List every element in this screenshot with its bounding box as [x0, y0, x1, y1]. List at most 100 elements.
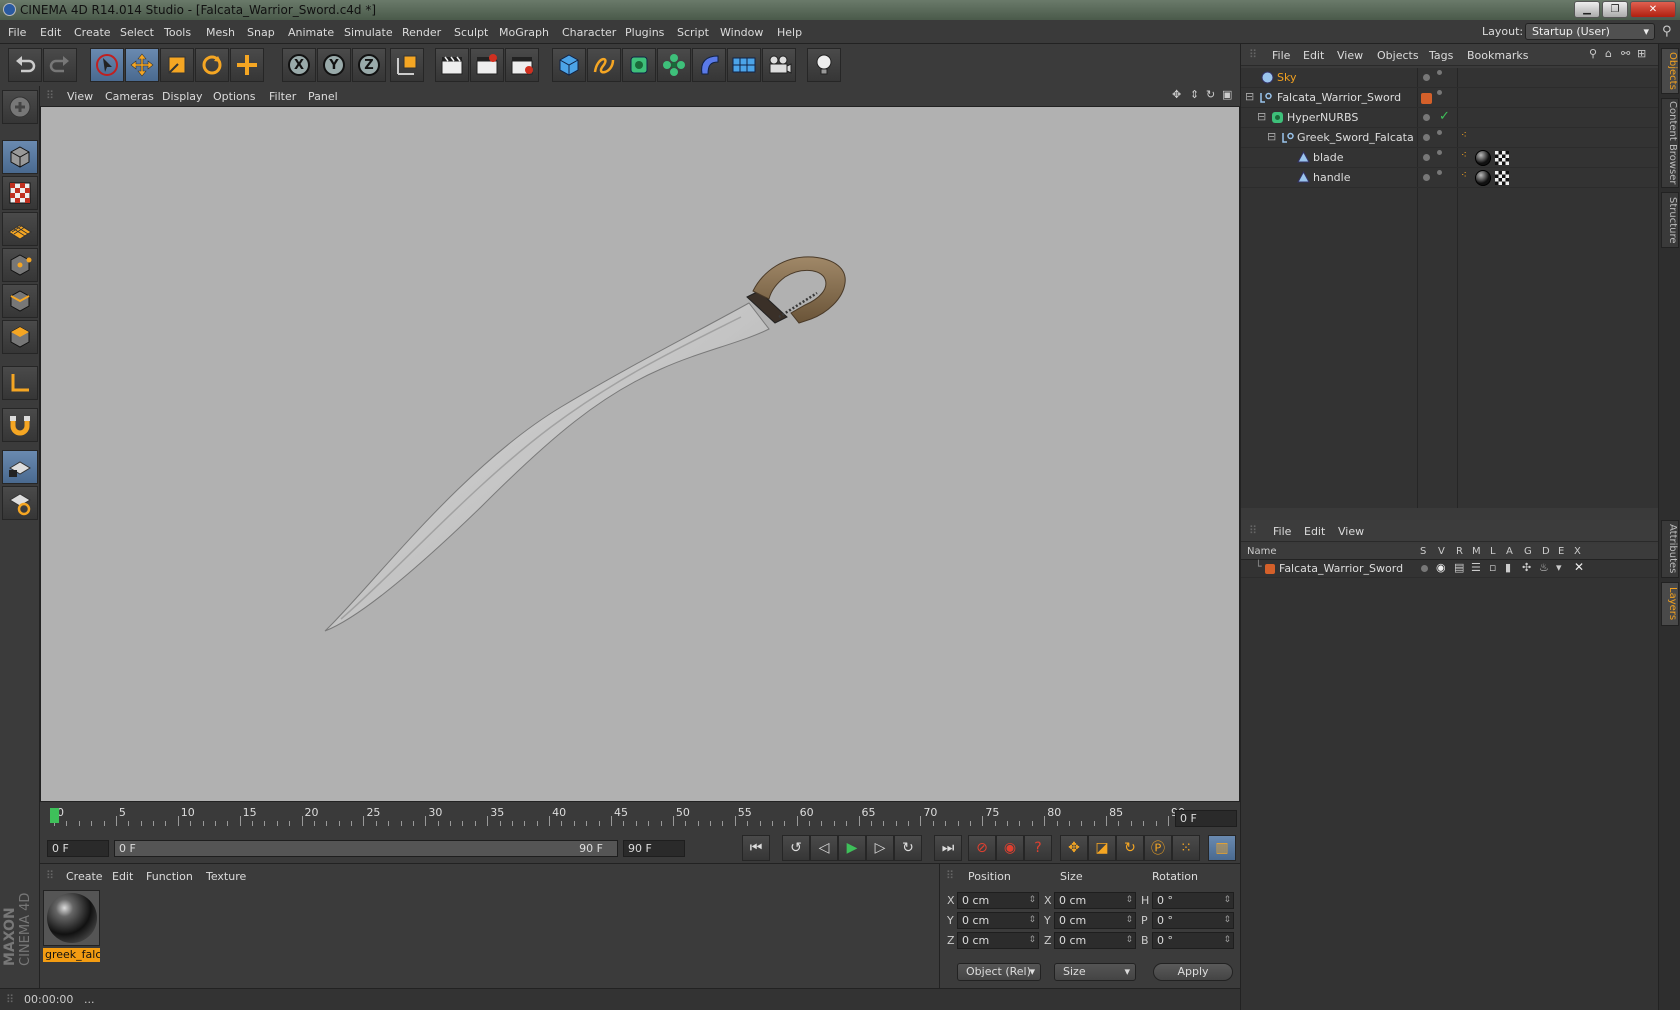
keyframe-selection-button[interactable]: ? — [1024, 835, 1052, 861]
viewport-maximize-icon[interactable]: ▣ — [1222, 88, 1232, 101]
object-row-greek-sword-falcata[interactable]: ⊟ Greek_Sword_Falcata ⁖ — [1241, 128, 1659, 148]
material-tag-icon[interactable] — [1475, 170, 1491, 186]
render-visibility-dot[interactable] — [1437, 70, 1442, 75]
editor-visibility-dot[interactable] — [1423, 114, 1430, 121]
record-parameter-button[interactable]: Ⓟ — [1144, 835, 1172, 861]
current-frame-field[interactable]: 0 F — [1175, 810, 1237, 827]
workplane-lock-button[interactable] — [2, 450, 38, 484]
live-selection-button[interactable] — [90, 48, 124, 82]
eye-icon[interactable]: ◉ — [1436, 561, 1446, 574]
menu-script[interactable]: Script — [677, 26, 709, 39]
lock-icon[interactable]: ▫ — [1489, 561, 1496, 574]
menu-animate[interactable]: Animate — [288, 26, 334, 39]
make-editable-button[interactable] — [2, 90, 38, 124]
menu-render[interactable]: Render — [402, 26, 441, 39]
menu-mesh[interactable]: Mesh — [206, 26, 235, 39]
collapse-icon[interactable]: ⊟ — [1267, 130, 1276, 143]
autokey-button[interactable]: ◉ — [996, 835, 1024, 861]
menu-window[interactable]: Window — [720, 26, 763, 39]
uvw-tag-icon[interactable] — [1495, 171, 1509, 185]
light-button[interactable] — [807, 48, 841, 82]
object-row-falcata-warrior-sword[interactable]: ⊟ Falcata_Warrior_Sword — [1241, 88, 1659, 108]
layer-column-view[interactable]: V — [1438, 546, 1445, 557]
new-window-icon[interactable]: ⊞ — [1637, 47, 1646, 60]
tab-structure[interactable]: Structure — [1661, 192, 1679, 248]
phong-tag-icon[interactable]: ⁖ — [1461, 170, 1467, 181]
render-visibility-dot[interactable] — [1437, 150, 1442, 155]
layer-row[interactable]: └ Falcata_Warrior_Sword ◉ ▤ ☰ ▫ ▮ ✣ ♨ ▾ … — [1241, 560, 1659, 578]
model-mode-button[interactable] — [2, 140, 38, 174]
apply-button[interactable]: Apply — [1153, 963, 1233, 981]
material-menu-function[interactable]: Function — [146, 870, 193, 883]
layer-column-solo[interactable]: S — [1420, 546, 1426, 557]
editor-visibility-dot[interactable] — [1423, 154, 1430, 161]
render-visibility-dot[interactable] — [1437, 130, 1442, 135]
render-view-button[interactable] — [435, 48, 469, 82]
viewport-menu-cameras[interactable]: Cameras — [105, 90, 154, 103]
deformer-button[interactable] — [692, 48, 726, 82]
menu-sculpt[interactable]: Sculpt — [454, 26, 488, 39]
record-point-level-button[interactable]: ⁙ — [1172, 835, 1200, 861]
layers-menu-view[interactable]: View — [1338, 525, 1364, 538]
menu-simulate[interactable]: Simulate — [344, 26, 393, 39]
objects-menu-tags[interactable]: Tags — [1429, 49, 1453, 62]
generator-icon[interactable]: ✣ — [1522, 561, 1531, 574]
timeline-playhead[interactable] — [50, 808, 59, 823]
layer-column-xref[interactable]: X — [1574, 546, 1581, 557]
redo-button[interactable] — [43, 48, 77, 82]
enabled-check-icon[interactable]: ✓ — [1439, 109, 1450, 124]
menu-help[interactable]: Help — [777, 26, 802, 39]
menu-plugins[interactable]: Plugins — [625, 26, 664, 39]
record-rotation-button[interactable]: ↻ — [1116, 835, 1144, 861]
layer-column-render[interactable]: R — [1456, 546, 1463, 557]
phong-tag-icon[interactable]: ⁖ — [1461, 130, 1467, 141]
rotation-h-field[interactable]: 0 ° — [1152, 892, 1234, 909]
search-icon[interactable]: ⚲ — [1662, 24, 1672, 39]
texture-mode-button[interactable] — [2, 176, 38, 210]
size-z-field[interactable]: 0 cm — [1054, 932, 1136, 949]
menu-character[interactable]: Character — [562, 26, 616, 39]
material-menu-create[interactable]: Create — [66, 870, 103, 883]
menu-select[interactable]: Select — [120, 26, 154, 39]
planar-workplane-button[interactable] — [2, 486, 38, 520]
layer-column-deformers[interactable]: D — [1542, 546, 1550, 557]
prev-frame-button[interactable]: ◁ — [810, 835, 838, 861]
position-x-field[interactable]: 0 cm — [957, 892, 1039, 909]
move-tool-button[interactable] — [125, 48, 159, 82]
viewport-menu-display[interactable]: Display — [162, 90, 203, 103]
link-icon[interactable]: ⚯ — [1621, 47, 1630, 60]
recent-tool-button[interactable] — [230, 48, 264, 82]
3d-viewport[interactable] — [40, 106, 1240, 802]
layer-column-manager[interactable]: M — [1472, 546, 1481, 557]
next-key-button[interactable]: ↻ — [894, 835, 922, 861]
spline-button[interactable] — [587, 48, 621, 82]
render-visibility-dot[interactable] — [1437, 90, 1442, 95]
layer-list[interactable]: Name S V R M L A G D E X └ Falcata_Warri… — [1241, 544, 1659, 1010]
object-list[interactable]: Sky ⊟ Falcata_Warrior_Sword ⊟ HyperNURBS… — [1241, 68, 1659, 508]
minimize-button[interactable]: ▁ — [1574, 1, 1600, 18]
phong-tag-icon[interactable]: ⁖ — [1461, 150, 1467, 161]
material-menu-texture[interactable]: Texture — [206, 870, 246, 883]
rotation-p-field[interactable]: 0 ° — [1152, 912, 1234, 929]
editor-visibility-dot[interactable] — [1423, 174, 1430, 181]
tab-attributes[interactable]: Attributes — [1661, 520, 1679, 578]
viewport-menu-view[interactable]: View — [67, 90, 93, 103]
prev-key-button[interactable]: ↺ — [782, 835, 810, 861]
y-axis-lock-button[interactable]: Y — [317, 48, 351, 82]
snap-button[interactable] — [2, 408, 38, 442]
undo-button[interactable] — [8, 48, 42, 82]
menu-snap[interactable]: Snap — [247, 26, 275, 39]
coordinate-mode-dropdown[interactable]: Object (Rel) — [957, 963, 1041, 981]
points-mode-button[interactable] — [2, 248, 38, 282]
tab-objects[interactable]: Objects — [1661, 48, 1679, 94]
layer-column-generators[interactable]: G — [1524, 546, 1532, 557]
layer-color-swatch[interactable] — [1421, 93, 1432, 104]
editor-visibility-dot[interactable] — [1423, 134, 1430, 141]
axis-mode-button[interactable] — [2, 366, 38, 400]
scale-tool-button[interactable] — [160, 48, 194, 82]
menu-file[interactable]: File — [8, 26, 26, 39]
menu-tools[interactable]: Tools — [164, 26, 191, 39]
render-picture-viewer-button[interactable] — [470, 48, 504, 82]
expression-icon[interactable]: ▾ — [1556, 561, 1562, 574]
close-button[interactable]: ✕ — [1630, 1, 1676, 18]
